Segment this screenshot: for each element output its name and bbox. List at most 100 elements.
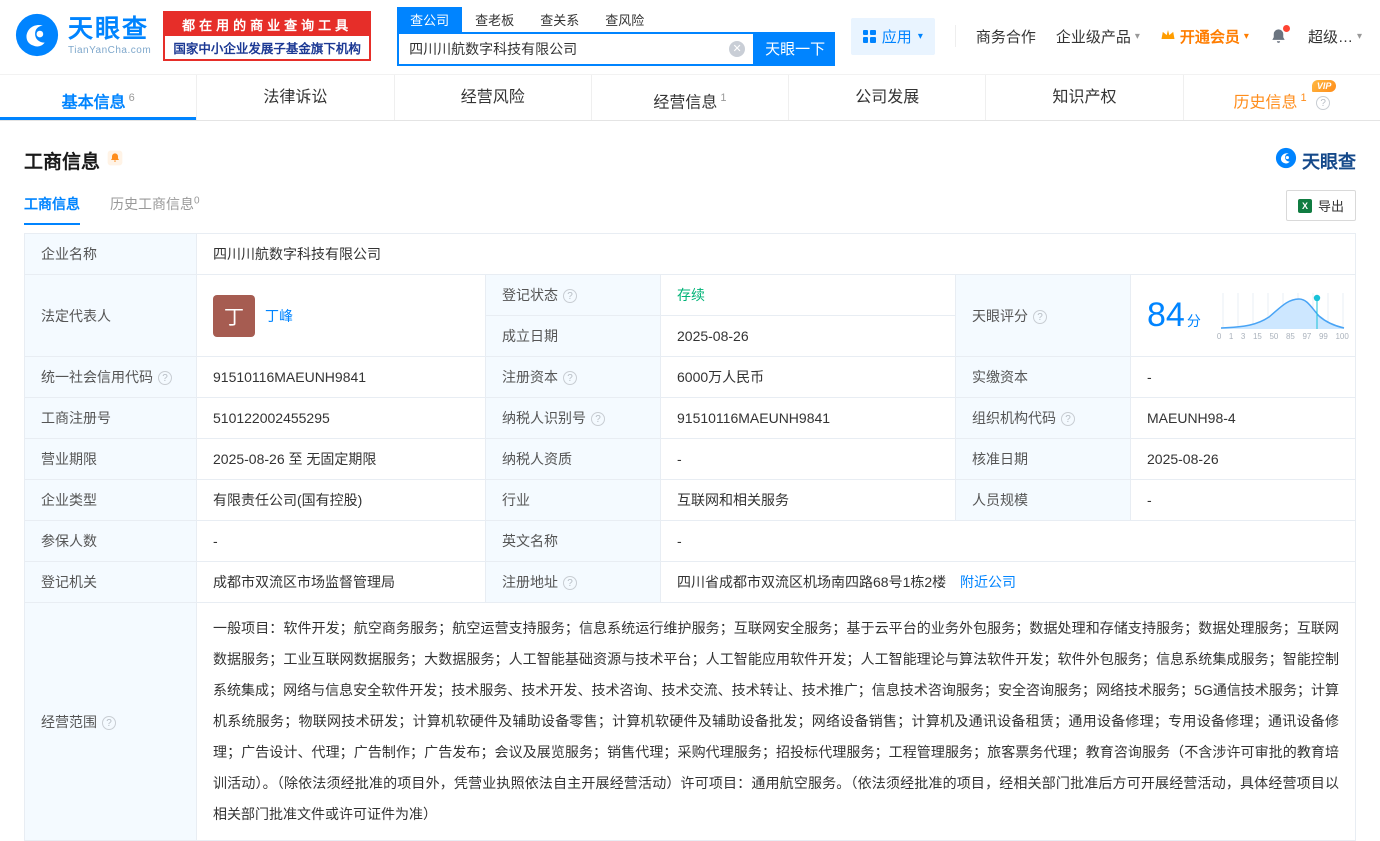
open-vip-link[interactable]: 开通会员 ▾ (1160, 26, 1249, 47)
staff-size-value: - (1130, 479, 1356, 521)
subscribe-bell-icon[interactable] (107, 150, 123, 172)
tab-legal-proceedings[interactable]: 法律诉讼 (197, 75, 395, 120)
tianyancha-logo[interactable]: 天眼查 TianYanCha.com (14, 12, 151, 61)
paid-capital-value: - (1130, 356, 1356, 398)
reg-status-label: 登记状态 (485, 274, 661, 316)
help-icon[interactable] (102, 715, 116, 730)
credit-code-value: 91510116MAEUNH9841 (196, 356, 486, 398)
english-name-label: 英文名称 (485, 520, 661, 562)
table-row: 企业名称 四川川航数字科技有限公司 (24, 233, 1356, 275)
notification-bell-icon[interactable] (1269, 24, 1290, 46)
org-code-value: MAEUNH98-4 (1130, 397, 1356, 439)
chevron-down-icon: ▾ (1243, 30, 1249, 42)
business-term-label: 营业期限 (24, 438, 197, 480)
top-header: 天眼查 TianYanCha.com 都在用的商业查询工具 国家中小企业发展子基… (0, 0, 1380, 74)
business-cooperation-link[interactable]: 商务合作 (976, 26, 1036, 47)
search-box (397, 31, 756, 66)
search-tab-company[interactable]: 查公司 (397, 6, 463, 32)
nearby-companies-link[interactable]: 附近公司 (960, 574, 1016, 590)
company-name-value: 四川川航数字科技有限公司 (196, 233, 1356, 275)
apps-label: 应用 (881, 28, 912, 46)
apps-grid-icon (862, 29, 876, 43)
brand-domain: TianYanCha.com (68, 44, 152, 56)
score-label: 天眼评分 (955, 274, 1131, 357)
status-badge: 存续 (677, 287, 705, 303)
table-row: 企业类型 有限责任公司(国有控股) 行业 互联网和相关服务 人员规模 - (24, 479, 1356, 521)
tab-basic-info[interactable]: 基本信息 6 (0, 75, 198, 120)
tab-operating-risk[interactable]: 经营风险 (395, 75, 592, 120)
company-nav-tabs: 基本信息 6 法律诉讼 经营风险 经营信息 1 公司发展 知识产权 VIP 历史信息… (0, 74, 1380, 121)
main-content: 工商信息 天眼查 工商信息 历史工商信息0 X 导出 企业名称 四川川航数字科技… (0, 147, 1380, 841)
tianyancha-watermark: 天眼查 (1275, 147, 1356, 174)
subtab-business-info[interactable]: 工商信息 (24, 194, 80, 225)
tab-operating-info[interactable]: 经营信息 1 (592, 75, 790, 120)
slogan-line2: 国家中小企业发展子基金旗下机构 (173, 42, 361, 56)
score-unit: 分 (1186, 313, 1201, 329)
subtabs: 工商信息 历史工商信息0 (24, 194, 200, 225)
search-tabs: 查公司 查老板 查关系 查风险 (397, 6, 835, 32)
table-row: 登记机关 成都市双流区市场监督管理局 注册地址 四川省成都市双流区机场南四路68… (24, 561, 1356, 603)
business-scope-label: 经营范围 (24, 602, 197, 841)
table-row: 统一社会信用代码 91510116MAEUNH9841 注册资本 6000万人民… (24, 356, 1356, 398)
business-term-value: 2025-08-26 至 无固定期限 (196, 438, 486, 480)
help-icon[interactable] (563, 576, 577, 590)
export-button[interactable]: X 导出 (1285, 190, 1356, 221)
help-icon[interactable] (1316, 96, 1331, 111)
slogan-badge: 都在用的商业查询工具 国家中小企业发展子基金旗下机构 (163, 11, 372, 61)
search-input[interactable] (399, 34, 730, 63)
vip-badge: VIP (1311, 80, 1337, 92)
staff-size-label: 人员规模 (955, 479, 1131, 521)
chevron-down-icon: ▾ (917, 30, 923, 42)
establish-date-value: 2025-08-26 (660, 315, 956, 357)
search-tab-relation[interactable]: 查关系 (527, 7, 592, 32)
subtab-history-business-info[interactable]: 历史工商信息0 (110, 194, 200, 225)
help-icon[interactable] (563, 371, 577, 385)
reg-status-value: 存续 (660, 274, 956, 316)
table-row: 经营范围 一般项目：软件开发；航空商务服务；航空运营支持服务；信息系统运行维护服… (24, 602, 1356, 841)
score-chart-ticks: 0 1 3 15 50 85 97 99 100 (1216, 331, 1349, 341)
help-icon[interactable] (1033, 309, 1047, 324)
credit-code-label: 统一社会信用代码 (24, 356, 197, 398)
help-icon[interactable] (158, 371, 172, 385)
approval-date-label: 核准日期 (955, 438, 1131, 480)
clear-icon[interactable] (729, 40, 746, 57)
legal-rep-value: 丁 丁峰 (196, 274, 486, 357)
tianyancha-logo-icon (14, 12, 60, 61)
help-icon[interactable] (591, 412, 605, 426)
table-row: 营业期限 2025-08-26 至 无固定期限 纳税人资质 - 核准日期 202… (24, 438, 1356, 480)
reg-address-label: 注册地址 (485, 561, 661, 603)
brand-name: 天眼查 (68, 14, 150, 43)
insured-count-value: - (196, 520, 486, 562)
search-tab-risk[interactable]: 查风险 (592, 7, 657, 32)
company-type-value: 有限责任公司(国有控股) (196, 479, 486, 521)
legal-rep-avatar[interactable]: 丁 (213, 294, 255, 337)
search-area: 查公司 查老板 查关系 查风险 天眼一下 (397, 6, 836, 66)
reg-capital-label: 注册资本 (485, 356, 661, 398)
tab-intellectual-property[interactable]: 知识产权 (986, 75, 1184, 120)
score-value: 84 分 0 1 3 15 50 85 97 99 100 (1130, 274, 1356, 357)
search-tab-boss[interactable]: 查老板 (462, 7, 527, 32)
company-type-label: 企业类型 (24, 479, 197, 521)
divider (954, 25, 956, 47)
industry-value: 互联网和相关服务 (660, 479, 956, 521)
enterprise-products-link[interactable]: 企业级产品 ▾ (1056, 26, 1140, 47)
reg-number-label: 工商注册号 (24, 397, 197, 439)
tab-company-development[interactable]: 公司发展 (789, 75, 987, 120)
help-icon[interactable] (563, 289, 577, 303)
apps-menu[interactable]: 应用 ▾ (850, 17, 935, 55)
excel-icon: X (1297, 198, 1312, 213)
search-button[interactable]: 天眼一下 (755, 31, 836, 66)
reg-authority-value: 成都市双流区市场监督管理局 (196, 561, 486, 603)
top-right-nav: 应用 ▾ 商务合作 企业级产品 ▾ 开通会员 ▾ 超级… ▾ (850, 17, 1362, 55)
tab-history-info[interactable]: VIP 历史信息 1 (1184, 75, 1380, 120)
super-vip-link[interactable]: 超级… ▾ (1308, 26, 1362, 47)
crown-icon (1160, 28, 1176, 45)
legal-rep-link[interactable]: 丁峰 (265, 306, 293, 326)
legal-rep-label: 法定代表人 (24, 274, 197, 357)
table-row: 工商注册号 510122002455295 纳税人识别号 91510116MAE… (24, 397, 1356, 439)
industry-label: 行业 (485, 479, 661, 521)
help-icon[interactable] (1061, 412, 1075, 426)
english-name-value: - (660, 520, 1356, 562)
section-title: 工商信息 (24, 152, 101, 173)
taxpayer-quality-label: 纳税人资质 (485, 438, 661, 480)
